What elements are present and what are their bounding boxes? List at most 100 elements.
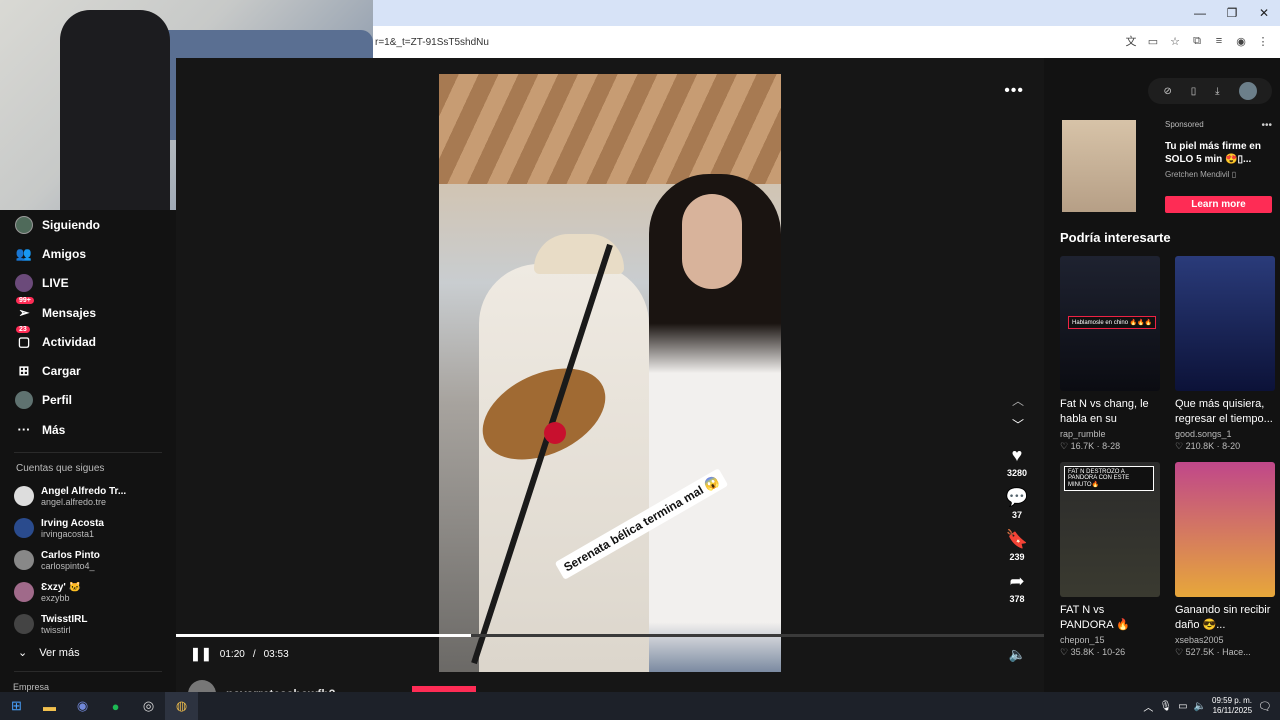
- device-icon[interactable]: ▯: [1191, 86, 1197, 97]
- bookmark-icon[interactable]: 🔖: [1006, 528, 1028, 550]
- translate-icon[interactable]: 文: [1122, 32, 1140, 50]
- recommended-video-card[interactable]: Ganando sin recibir daño 😎... xsebas2005…: [1175, 462, 1275, 658]
- ad-thumbnail[interactable]: [1062, 120, 1136, 212]
- bookmark-star-icon[interactable]: ☆: [1166, 32, 1184, 50]
- notification-icon[interactable]: 🗨: [1258, 700, 1272, 713]
- nav-activity[interactable]: ▢ 23 Actividad: [0, 325, 176, 356]
- sponsored-ad[interactable]: Sponsored ••• Tu piel más firme en SOLO …: [1062, 120, 1272, 213]
- nav-label: Cargar: [42, 364, 81, 379]
- url-text[interactable]: r=1&_t=ZT-91SsT5shdNu: [373, 37, 489, 48]
- network-icon[interactable]: ▭: [1178, 701, 1187, 712]
- followed-account[interactable]: Angel Alfredo Tr... angel.alfredo.tre: [0, 480, 176, 512]
- download-icon[interactable]: ⤓: [1215, 86, 1219, 97]
- nav-upload[interactable]: ⊞ Cargar: [0, 356, 176, 385]
- tab-strip: — ❐ ✕: [373, 0, 1280, 26]
- nav-profile[interactable]: Perfil: [0, 386, 176, 415]
- followed-account[interactable]: Irving Acosta irvingacosta1: [0, 512, 176, 544]
- comment-icon[interactable]: 💬: [1006, 486, 1028, 508]
- nav-live[interactable]: LIVE: [0, 269, 176, 298]
- windows-start-icon[interactable]: ⊞: [0, 692, 33, 720]
- heart-icon[interactable]: ♥: [1012, 444, 1023, 466]
- video-thumbnail[interactable]: [1175, 462, 1275, 597]
- card-title: Fat N vs chang, le habla en su odioma...: [1060, 398, 1149, 425]
- thumbnail-overlay-text: Hablamosle en chino 🔥🔥🔥: [1068, 316, 1157, 329]
- chevron-up-icon[interactable]: ︿: [1143, 699, 1153, 714]
- card-user: rap_rumble: [1060, 429, 1106, 439]
- nav-messages[interactable]: ➢ 99+ Mensajes: [0, 296, 176, 327]
- card-stats: ♡ 527.5K · Hace...: [1175, 647, 1251, 657]
- compass-icon[interactable]: ⊘: [1163, 86, 1171, 97]
- chrome-icon[interactable]: ◍: [165, 692, 198, 720]
- taskbar-clock[interactable]: 09:59 p. m. 16/11/2025: [1212, 696, 1252, 716]
- nav-label: Amigos: [42, 246, 87, 261]
- video-thumbnail[interactable]: FAT N DESTROZO A PANDORA CON ESTE MINUTO…: [1060, 462, 1160, 597]
- account-name: Angel Alfredo Tr...: [41, 485, 127, 497]
- share-icon[interactable]: ➦: [1009, 570, 1024, 592]
- microphone-icon[interactable]: 🎙: [1159, 701, 1172, 712]
- nav-more[interactable]: ··· Más: [0, 415, 176, 444]
- recommended-video-card[interactable]: Que más quisiera, regresar el tiempo... …: [1175, 256, 1275, 452]
- like-count: 3280: [1006, 468, 1028, 478]
- nav-following[interactable]: Siguiendo: [0, 210, 176, 239]
- progress-bar[interactable]: [176, 634, 1044, 637]
- divider: [14, 671, 162, 673]
- clock-date: 16/11/2025: [1212, 706, 1253, 715]
- video-thumbnail[interactable]: [1175, 256, 1275, 391]
- video-hat: [534, 234, 624, 274]
- speaker-icon[interactable]: 🔈: [1194, 701, 1206, 712]
- see-more-button[interactable]: ⌄ Ver más: [0, 640, 176, 660]
- address-bar[interactable]: r=1&_t=ZT-91SsT5shdNu 文 ▭ ☆ ⧉ ≡ ◉ ⋮: [373, 26, 1280, 58]
- avatar: [14, 550, 34, 571]
- discord-icon[interactable]: ◉: [66, 692, 99, 720]
- followed-account[interactable]: Carlos Pinto carlospinto4_: [0, 544, 176, 576]
- avatar: [14, 582, 34, 603]
- left-sidebar: Siguiendo 👥 Amigos LIVE ➢ 99+ Mensajes ▢ 2…: [0, 210, 176, 692]
- nav-label: Actividad: [42, 334, 97, 349]
- account-id: irvingacosta1: [41, 528, 95, 539]
- right-toolbar: ⊘ ▯ ⤓: [1148, 78, 1272, 104]
- card-user: good.songs_1: [1175, 429, 1232, 439]
- more-icon: ···: [17, 422, 31, 438]
- more-options-icon[interactable]: •••: [1004, 82, 1024, 100]
- pause-icon[interactable]: ❚❚: [190, 646, 212, 662]
- sponsored-label: Sponsored: [1165, 120, 1204, 129]
- video-rose: [544, 422, 566, 444]
- learn-more-button[interactable]: Learn more: [1165, 196, 1272, 213]
- video-frame[interactable]: Serenata bélica termina mal 😱: [439, 74, 781, 672]
- video-thumbnail[interactable]: Hablamosle en chino 🔥🔥🔥: [1060, 256, 1160, 391]
- nav-friends[interactable]: 👥 Amigos: [0, 239, 176, 268]
- restore-button[interactable]: ❐: [1216, 0, 1248, 26]
- browser-chrome: — ❐ ✕ r=1&_t=ZT-91SsT5shdNu 文 ▭ ☆ ⧉ ≡ ◉ …: [373, 0, 1280, 58]
- browser-menu-icon[interactable]: ⋮: [1254, 32, 1272, 50]
- spotify-icon[interactable]: ●: [99, 692, 132, 720]
- extensions-icon[interactable]: ⧉: [1188, 32, 1206, 50]
- close-button[interactable]: ✕: [1248, 0, 1280, 26]
- media-controls-icon[interactable]: ≡: [1210, 32, 1228, 50]
- friends-icon: 👥: [15, 245, 33, 261]
- followed-account[interactable]: Ɛxzy' 🐱 exzybb: [0, 576, 176, 608]
- card-user: chepon_15: [1060, 635, 1105, 645]
- profile-icon[interactable]: ◉: [1232, 32, 1250, 50]
- ad-more-icon[interactable]: •••: [1261, 120, 1272, 131]
- minimize-button[interactable]: —: [1184, 0, 1216, 26]
- card-title: FAT N vs PANDORA 🔥 #fatn...: [1060, 604, 1130, 631]
- nav-label: Perfil: [42, 393, 73, 408]
- chevron-down-icon[interactable]: ﹀: [1012, 416, 1024, 433]
- recommended-video-card[interactable]: FAT N DESTROZO A PANDORA CON ESTE MINUTO…: [1060, 462, 1160, 658]
- share-count: 378: [1009, 594, 1025, 604]
- recommended-video-card[interactable]: Hablamosle en chino 🔥🔥🔥 Fat N vs chang, …: [1060, 256, 1160, 452]
- followed-account[interactable]: TwisstIRL twisstirl: [0, 608, 176, 640]
- card-likes: 35.8K: [1070, 647, 1095, 657]
- avatar: [14, 614, 34, 635]
- avatar[interactable]: [1238, 82, 1257, 100]
- cast-icon[interactable]: ▭: [1144, 32, 1162, 50]
- messages-icon: ➢ 99+: [14, 296, 34, 323]
- video-canopy: [439, 74, 781, 184]
- heart-outline-icon: ♡: [1175, 441, 1186, 451]
- card-title: Que más quisiera, regresar el tiempo...: [1175, 398, 1273, 425]
- footer-link[interactable]: Empresa: [13, 682, 49, 692]
- chevron-up-icon[interactable]: ︿: [1012, 392, 1024, 409]
- volume-icon[interactable]: 🔈: [1009, 646, 1026, 663]
- obs-icon[interactable]: ◎: [132, 692, 165, 720]
- file-explorer-icon[interactable]: ▬: [33, 692, 66, 720]
